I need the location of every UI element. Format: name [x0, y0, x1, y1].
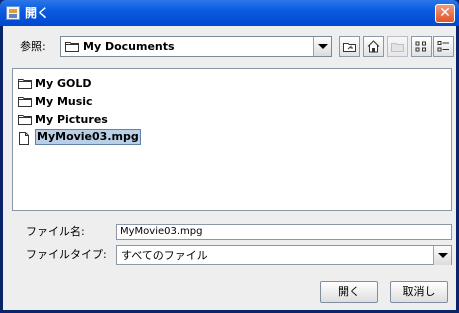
folder-icon — [18, 96, 32, 112]
window-title: 開く — [25, 6, 50, 20]
lookin-value: My Documents — [83, 40, 175, 53]
filename-input[interactable]: MyMovie03.mpg — [116, 224, 452, 240]
chevron-down-icon[interactable] — [433, 246, 451, 265]
chevron-down-icon[interactable] — [313, 37, 331, 56]
filetype-combo[interactable]: すべてのファイル — [116, 245, 452, 265]
up-folder-icon — [343, 43, 356, 52]
list-view-icon — [415, 41, 426, 52]
filename-label: ファイル名: — [26, 225, 85, 238]
home-icon — [367, 40, 380, 53]
folder-icon — [65, 41, 79, 55]
list-item-label: My GOLD — [35, 77, 92, 90]
details-view-icon — [437, 41, 449, 52]
folder-icon — [18, 78, 32, 94]
list-view-button[interactable] — [411, 36, 432, 57]
home-button[interactable] — [363, 36, 384, 57]
java-cup-icon — [6, 6, 20, 20]
list-item-label: My Music — [35, 95, 93, 108]
list-item-label: MyMovie03.mpg — [35, 129, 141, 145]
close-button[interactable]: ✕ — [435, 4, 455, 23]
new-folder-button[interactable] — [387, 36, 408, 57]
filetype-value: すべてのファイル — [121, 249, 208, 262]
title-bar[interactable]: 開く ✕ — [0, 0, 459, 26]
lookin-combo[interactable]: My Documents — [60, 36, 332, 57]
list-item-label: My Pictures — [35, 113, 108, 126]
new-folder-icon — [391, 43, 404, 52]
file-list[interactable]: My GOLD My Music My Pictures MyMovie03.m… — [12, 68, 452, 211]
open-dialog: 開く ✕ 参照: My Documents My GOLD My Music M… — [0, 0, 459, 313]
cancel-button[interactable]: 取消し — [390, 281, 448, 303]
dialog-body: 参照: My Documents My GOLD My Music My Pic… — [3, 26, 456, 310]
lookin-label: 参照: — [20, 40, 46, 53]
folder-icon — [18, 114, 32, 130]
filetype-label: ファイルタイプ: — [26, 248, 107, 261]
file-icon — [18, 132, 30, 150]
details-view-button[interactable] — [433, 36, 454, 57]
open-button[interactable]: 開く — [320, 281, 378, 303]
up-folder-button[interactable] — [339, 36, 360, 57]
